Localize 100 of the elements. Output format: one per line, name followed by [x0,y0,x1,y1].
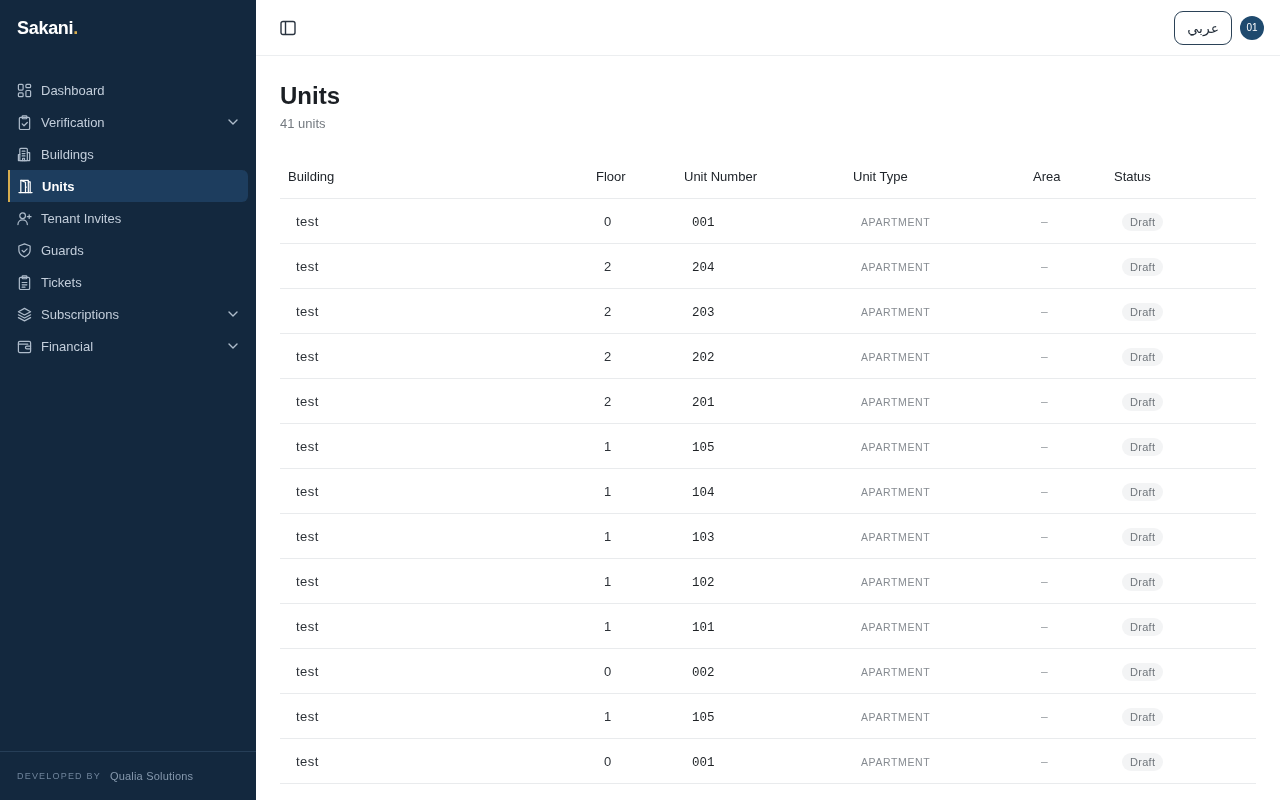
table-cell: 2 [604,349,612,364]
status-badge: Draft [1122,707,1164,726]
table-cell: APARTMENT [861,351,931,363]
table-cell: APARTMENT [861,306,931,318]
table-cell: test [296,259,319,274]
language-button[interactable]: عربي [1174,10,1232,45]
table-cell: test [296,574,319,589]
table-cell: APARTMENT [861,261,931,273]
sidebar-toggle-button[interactable] [280,19,296,36]
table-cell: – [1041,305,1048,319]
status-badge: Draft [1122,572,1164,591]
table-cell: APARTMENT [861,441,931,453]
company-link[interactable]: Qualia Solutions [109,770,194,782]
table-cell: APARTMENT [861,621,931,633]
table-cell: 0 [604,754,612,769]
status-badge: Draft [1122,527,1164,546]
door-icon [18,178,33,194]
table-cell: 002 [692,666,715,680]
table-cell: 1 [604,484,612,499]
nav-item[interactable]: Financial [8,330,248,362]
page-title: Units [280,82,340,110]
table-cell: APARTMENT [861,396,931,408]
status-badge: Draft [1122,482,1164,501]
nav-item[interactable]: Dashboard [8,74,248,106]
table-cell: 203 [692,306,715,320]
table-cell: test [296,349,319,364]
logo: Sakani. [17,17,78,39]
unit-count: 41 units [280,116,326,132]
status-badge: Draft [1122,437,1164,456]
table-cell: 2 [604,394,612,409]
user-plus-icon [17,210,32,226]
status-badge: Draft [1122,752,1164,771]
column-header: Unit Number [684,168,757,184]
table-cell: – [1041,620,1048,634]
column-header: Unit Type [853,168,908,184]
nav-item[interactable]: Units [8,170,248,202]
status-badge: Draft [1122,662,1164,681]
table-cell: APARTMENT [861,666,931,678]
table-cell: test [296,214,319,229]
status-badge: Draft [1122,347,1164,366]
nav-item[interactable]: Verification [8,106,248,138]
table-cell: 1 [604,439,612,454]
table-cell: test [296,529,319,544]
table-cell: – [1041,530,1048,544]
table-cell: 0 [604,214,612,229]
table-cell: test [296,664,319,679]
column-header: Floor [596,168,626,184]
layers-icon [17,306,32,322]
table-cell: test [296,304,319,319]
table-cell: – [1041,215,1048,229]
table-cell: 2 [604,304,612,319]
table-cell: – [1041,350,1048,364]
clipboard-check-icon [17,114,32,130]
table-cell: APARTMENT [861,486,931,498]
table-cell: 104 [692,486,715,500]
table-cell: 105 [692,441,715,455]
table-cell: test [296,439,319,454]
status-badge: Draft [1122,212,1164,231]
nav-item[interactable]: Subscriptions [8,298,248,330]
column-header: Area [1033,168,1061,184]
clipboard-list-icon [17,274,32,290]
column-header: Status [1114,168,1151,184]
table-cell: 001 [692,756,715,770]
table-cell: 201 [692,396,715,410]
table-cell: – [1041,755,1048,769]
nav-item[interactable]: Guards [8,234,248,266]
table-cell: test [296,484,319,499]
sidebar-panel-icon [280,19,296,36]
table-cell: 101 [692,621,715,635]
table-cell: 103 [692,531,715,545]
status-badge: Draft [1122,392,1164,411]
table-cell: – [1041,710,1048,724]
grid-icon [17,82,32,98]
nav-item[interactable]: Buildings [8,138,248,170]
table-cell: test [296,619,319,634]
table-cell: 1 [604,709,612,724]
table-cell: APARTMENT [861,711,931,723]
user-avatar[interactable]: 01 [1240,15,1264,40]
table-cell: APARTMENT [861,756,931,768]
table-cell: test [296,394,319,409]
shield-check-icon [17,242,32,258]
table-cell: APARTMENT [861,216,931,228]
table-cell: APARTMENT [861,531,931,543]
table-cell: 1 [604,574,612,589]
table-cell: – [1041,440,1048,454]
table-cell: 001 [692,216,715,230]
building-icon [17,146,32,162]
table-cell: – [1041,575,1048,589]
table-cell: – [1041,665,1048,679]
table-cell: 1 [604,619,612,634]
table-cell: 102 [692,576,715,590]
table-cell: – [1041,485,1048,499]
table-cell: 0 [604,664,612,679]
table-cell: 1 [604,529,612,544]
table-cell: test [296,709,319,724]
table-cell: 202 [692,351,715,365]
nav-item[interactable]: Tickets [8,266,248,298]
nav-item[interactable]: Tenant Invites [8,202,248,234]
table-cell: – [1041,260,1048,274]
table-cell: – [1041,395,1048,409]
